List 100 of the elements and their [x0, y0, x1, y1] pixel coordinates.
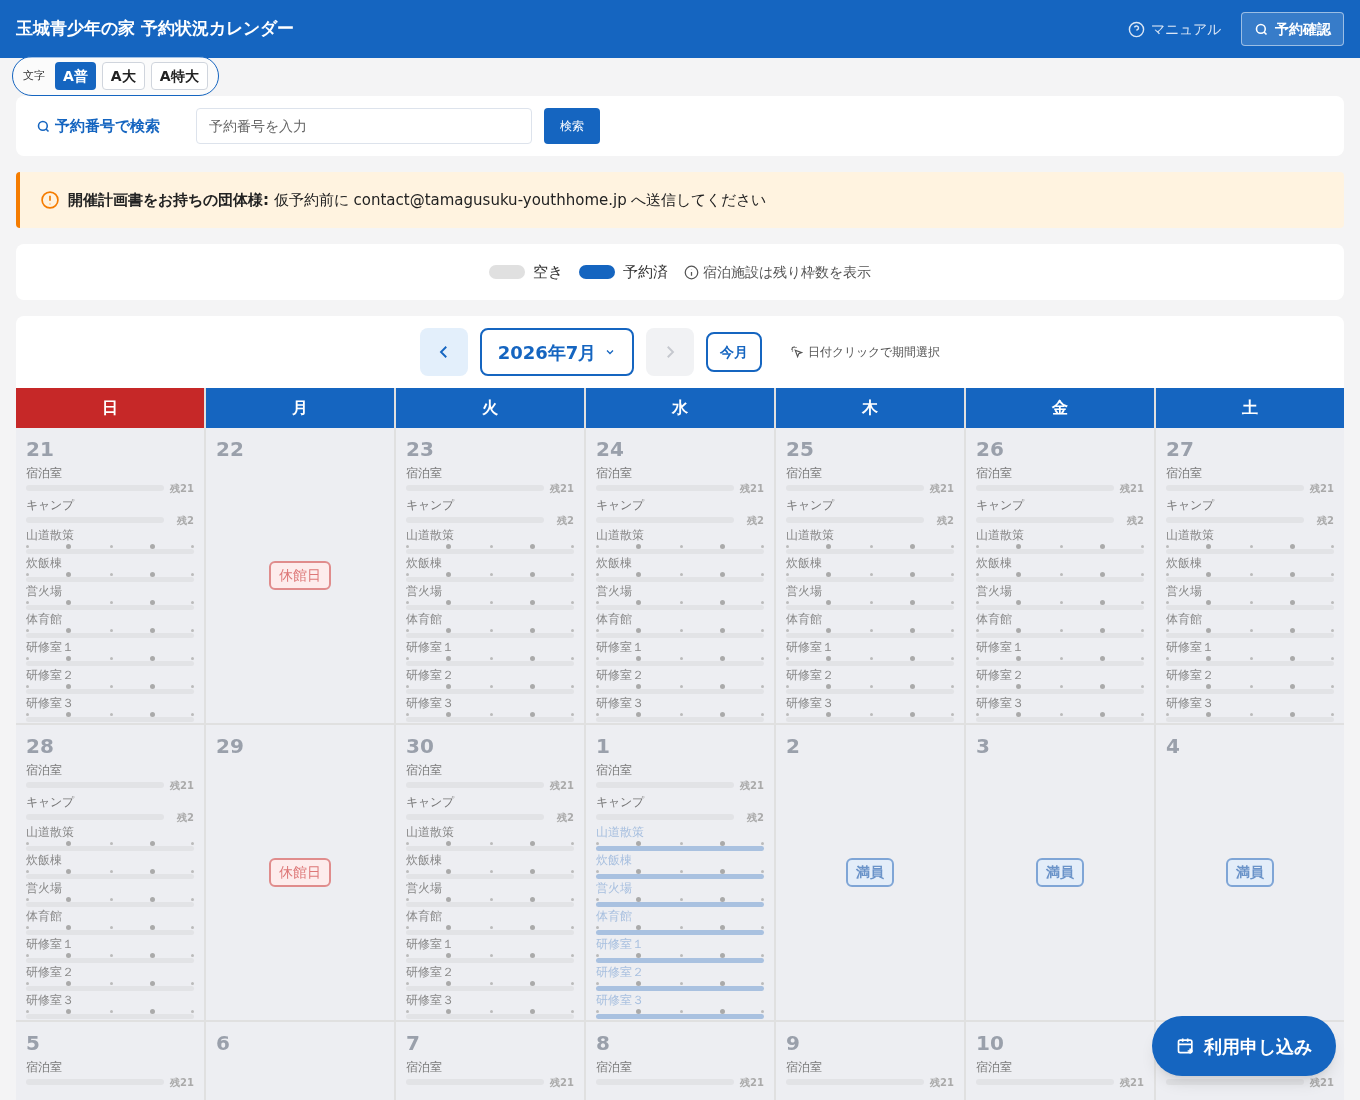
facility-label: キャンプ: [786, 497, 836, 514]
remaining-count: 残21: [170, 481, 194, 496]
facility-label: 炊飯棟: [786, 555, 823, 572]
day-cell[interactable]: 27 宿泊室 残21 キャンプ 残2 山道散策 炊飯棟 営火場 体育館 研修室１ 研修室２ 研修室３: [1156, 428, 1344, 723]
facility-label: 研修室２: [26, 964, 75, 981]
facility-label: 営火場: [596, 583, 633, 600]
facility-label: 研修室２: [596, 667, 645, 684]
weekday-header: 水: [586, 388, 774, 428]
facility-label: 研修室３: [406, 695, 455, 712]
facility-label: キャンプ: [596, 497, 646, 514]
facility-label: 研修室２: [26, 667, 75, 684]
facility-label: 炊飯棟: [26, 555, 63, 572]
remaining-count: 残21: [740, 778, 764, 793]
apply-button[interactable]: 利用申し込み: [1152, 1016, 1336, 1076]
day-cell[interactable]: 8 宿泊室 残21: [586, 1022, 774, 1100]
day-cell[interactable]: 22 休館日: [206, 428, 394, 723]
facility-label: 宿泊室: [26, 1059, 63, 1076]
facility-label: 研修室１: [976, 639, 1025, 656]
facility-label: 研修室１: [786, 639, 835, 656]
day-cell[interactable]: 23 宿泊室 残21 キャンプ 残2 山道散策 炊飯棟 営火場 体育館 研修室１ 研修室２ 研修室３: [396, 428, 584, 723]
day-cell[interactable]: 10 宿泊室 残21: [966, 1022, 1154, 1100]
day-cell[interactable]: 28 宿泊室 残21 キャンプ 残2 山道散策 炊飯棟 営火場 体育館 研修室１ 研修室２ 研修室３: [16, 725, 204, 1020]
reservation-check-button[interactable]: 予約確認: [1241, 12, 1344, 46]
day-number: 4: [1166, 733, 1181, 759]
reservation-number-field[interactable]: 予約番号を入力: [196, 108, 532, 144]
facility-label: 炊飯棟: [1166, 555, 1203, 572]
manual-link[interactable]: マニュアル: [1128, 18, 1221, 40]
facility-label: 研修室３: [406, 992, 455, 1009]
facility-label: キャンプ: [406, 497, 456, 514]
remaining-count: 残2: [556, 513, 574, 528]
day-cell[interactable]: 7 宿泊室 残21: [396, 1022, 584, 1100]
remaining-count: 残2: [176, 513, 194, 528]
facility-label: 宿泊室: [406, 465, 443, 482]
facility-label: 営火場: [406, 880, 443, 897]
facility-label: 炊飯棟: [976, 555, 1013, 572]
day-number: 1: [596, 733, 611, 759]
facility-label: 宿泊室: [596, 762, 633, 779]
facility-label: 研修室１: [406, 936, 455, 953]
day-number: 23: [406, 436, 435, 462]
day-number: 10: [976, 1030, 1005, 1056]
facility-label: 営火場: [596, 880, 633, 897]
legend-label: 予約済: [623, 261, 668, 283]
day-cell[interactable]: 6: [206, 1022, 394, 1100]
facility-label: 営火場: [976, 583, 1013, 600]
text-size-option[interactable]: A普: [55, 62, 96, 90]
facility-label: 研修室２: [596, 964, 645, 981]
weekday-header: 火: [396, 388, 584, 428]
full-badge: 満員: [846, 858, 894, 887]
month-dropdown[interactable]: 2026年7月: [480, 328, 634, 376]
search-button[interactable]: 検索: [544, 108, 600, 144]
previous-month-button[interactable]: [420, 328, 468, 376]
day-cell[interactable]: 30 宿泊室 残21 キャンプ 残2 山道散策 炊飯棟 営火場 体育館 研修室１ 研修室２ 研修室３: [396, 725, 584, 1020]
full-badge: 満員: [1036, 858, 1084, 887]
facility-label: 山道散策: [26, 824, 75, 841]
remaining-count: 残21: [1120, 481, 1144, 496]
text-size-label: 文字: [23, 67, 45, 84]
day-number: 30: [406, 733, 435, 759]
day-cell[interactable]: 21 宿泊室 残21 キャンプ 残2 山道散策 炊飯棟 営火場 体育館 研修室１ 研修室２ 研修室３: [16, 428, 204, 723]
day-cell[interactable]: 24 宿泊室 残21 キャンプ 残2 山道散策 炊飯棟 営火場 体育館 研修室１ 研修室２ 研修室３: [586, 428, 774, 723]
facility-label: キャンプ: [596, 794, 646, 811]
facility-label: 研修室３: [596, 992, 645, 1009]
remaining-count: 残2: [556, 810, 574, 825]
facility-label: 研修室１: [406, 639, 455, 656]
day-cell[interactable]: 29 休館日: [206, 725, 394, 1020]
day-cell[interactable]: 3 満員: [966, 725, 1154, 1020]
cursor-click-icon: [790, 345, 804, 359]
day-cell[interactable]: 1 宿泊室 残21 キャンプ 残2 山道散策 炊飯棟 営火場 体育館 研修室１ 研修室２ 研修室３: [586, 725, 774, 1020]
day-number: 9: [786, 1030, 801, 1056]
facility-label: 研修室１: [26, 639, 75, 656]
remaining-count: 残21: [170, 1075, 194, 1090]
day-cell[interactable]: 5 宿泊室 残21: [16, 1022, 204, 1100]
facility-label: 研修室３: [26, 992, 75, 1009]
day-cell[interactable]: 2 満員: [776, 725, 964, 1020]
weekday-header: 土: [1156, 388, 1344, 428]
facility-label: 宿泊室: [26, 465, 63, 482]
facility-label: キャンプ: [1166, 497, 1216, 514]
text-size-option[interactable]: A大: [101, 62, 145, 90]
search-icon: [36, 118, 51, 134]
facility-label: 営火場: [786, 583, 823, 600]
day-number: 7: [406, 1030, 421, 1056]
day-cell[interactable]: 25 宿泊室 残21 キャンプ 残2 山道散策 炊飯棟 営火場 体育館 研修室１ 研修室２ 研修室３: [776, 428, 964, 723]
remaining-count: 残21: [930, 1075, 954, 1090]
remaining-count: 残21: [740, 1075, 764, 1090]
legend-note: 宿泊施設は残り枠数を表示: [703, 262, 871, 282]
facility-label: 研修室２: [406, 964, 455, 981]
facility-label: 研修室１: [26, 936, 75, 953]
facility-label: 研修室２: [976, 667, 1025, 684]
this-month-button[interactable]: 今月: [706, 332, 762, 372]
day-number: 3: [976, 733, 991, 759]
facility-label: 宿泊室: [26, 762, 63, 779]
facility-label: 宿泊室: [596, 1059, 633, 1076]
text-size-option[interactable]: A特大: [150, 62, 208, 90]
facility-label: 研修室３: [976, 695, 1025, 712]
info-icon: [684, 264, 699, 280]
facility-label: 山道散策: [406, 824, 455, 841]
day-cell[interactable]: 4 満員: [1156, 725, 1344, 1020]
day-number: 26: [976, 436, 1005, 462]
day-cell[interactable]: 26 宿泊室 残21 キャンプ 残2 山道散策 炊飯棟 営火場 体育館 研修室１ 研修室２ 研修室３: [966, 428, 1154, 723]
day-number: 21: [26, 436, 55, 462]
day-cell[interactable]: 9 宿泊室 残21: [776, 1022, 964, 1100]
